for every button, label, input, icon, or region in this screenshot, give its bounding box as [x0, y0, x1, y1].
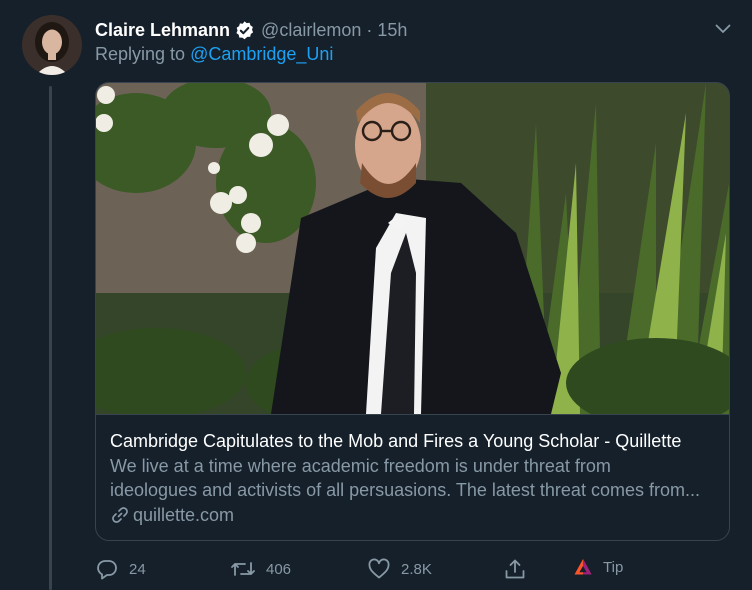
tip-button[interactable]: Tip	[573, 557, 623, 577]
like-count: 2.8K	[401, 560, 432, 578]
like-button[interactable]: 2.8K	[367, 557, 432, 581]
replying-prefix: Replying to	[95, 44, 186, 64]
tweet-timestamp[interactable]: 15h	[377, 19, 407, 41]
share-icon	[505, 559, 525, 579]
tip-label: Tip	[603, 558, 624, 576]
user-handle[interactable]: @clairlemon	[261, 19, 361, 41]
card-domain-text: quillette.com	[133, 505, 235, 525]
card-domain: quillette.com	[110, 503, 715, 527]
reply-icon	[97, 560, 117, 580]
card-description-line-2: ideologues and activists of all persuasi…	[110, 480, 700, 500]
retweet-count: 406	[266, 560, 292, 578]
card-title: Cambridge Capitulates to the Mob and Fir…	[110, 431, 682, 451]
verified-badge-icon	[234, 20, 255, 41]
avatar-image	[22, 15, 82, 75]
tweet-actions: 24 406 2.8K Tip	[95, 557, 655, 583]
share-button[interactable]	[503, 557, 527, 581]
heart-icon	[368, 558, 390, 579]
chevron-down-icon[interactable]	[714, 20, 732, 38]
card-description-line-1: We live at a time where academic freedom…	[110, 456, 611, 476]
brave-rewards-triangle-icon	[574, 559, 592, 575]
tweet-header: Claire Lehmann @clairlemon · 15h	[95, 18, 732, 42]
retweet-icon	[231, 562, 255, 576]
reply-count: 24	[129, 560, 146, 578]
card-image	[96, 83, 729, 414]
retweet-button[interactable]: 406	[230, 557, 291, 581]
separator-dot: ·	[366, 20, 373, 40]
card-description: We live at a time where academic freedom…	[110, 454, 715, 502]
thread-line	[49, 86, 52, 590]
reply-button[interactable]: 24	[95, 557, 146, 581]
replying-to: Replying to @Cambridge_Uni	[95, 44, 333, 65]
link-card[interactable]: Cambridge Capitulates to the Mob and Fir…	[95, 82, 730, 541]
mention-link[interactable]: @Cambridge_Uni	[190, 44, 333, 65]
display-name[interactable]: Claire Lehmann	[95, 19, 230, 41]
avatar[interactable]	[22, 15, 82, 75]
card-body: Cambridge Capitulates to the Mob and Fir…	[96, 414, 729, 540]
link-icon	[112, 507, 128, 523]
